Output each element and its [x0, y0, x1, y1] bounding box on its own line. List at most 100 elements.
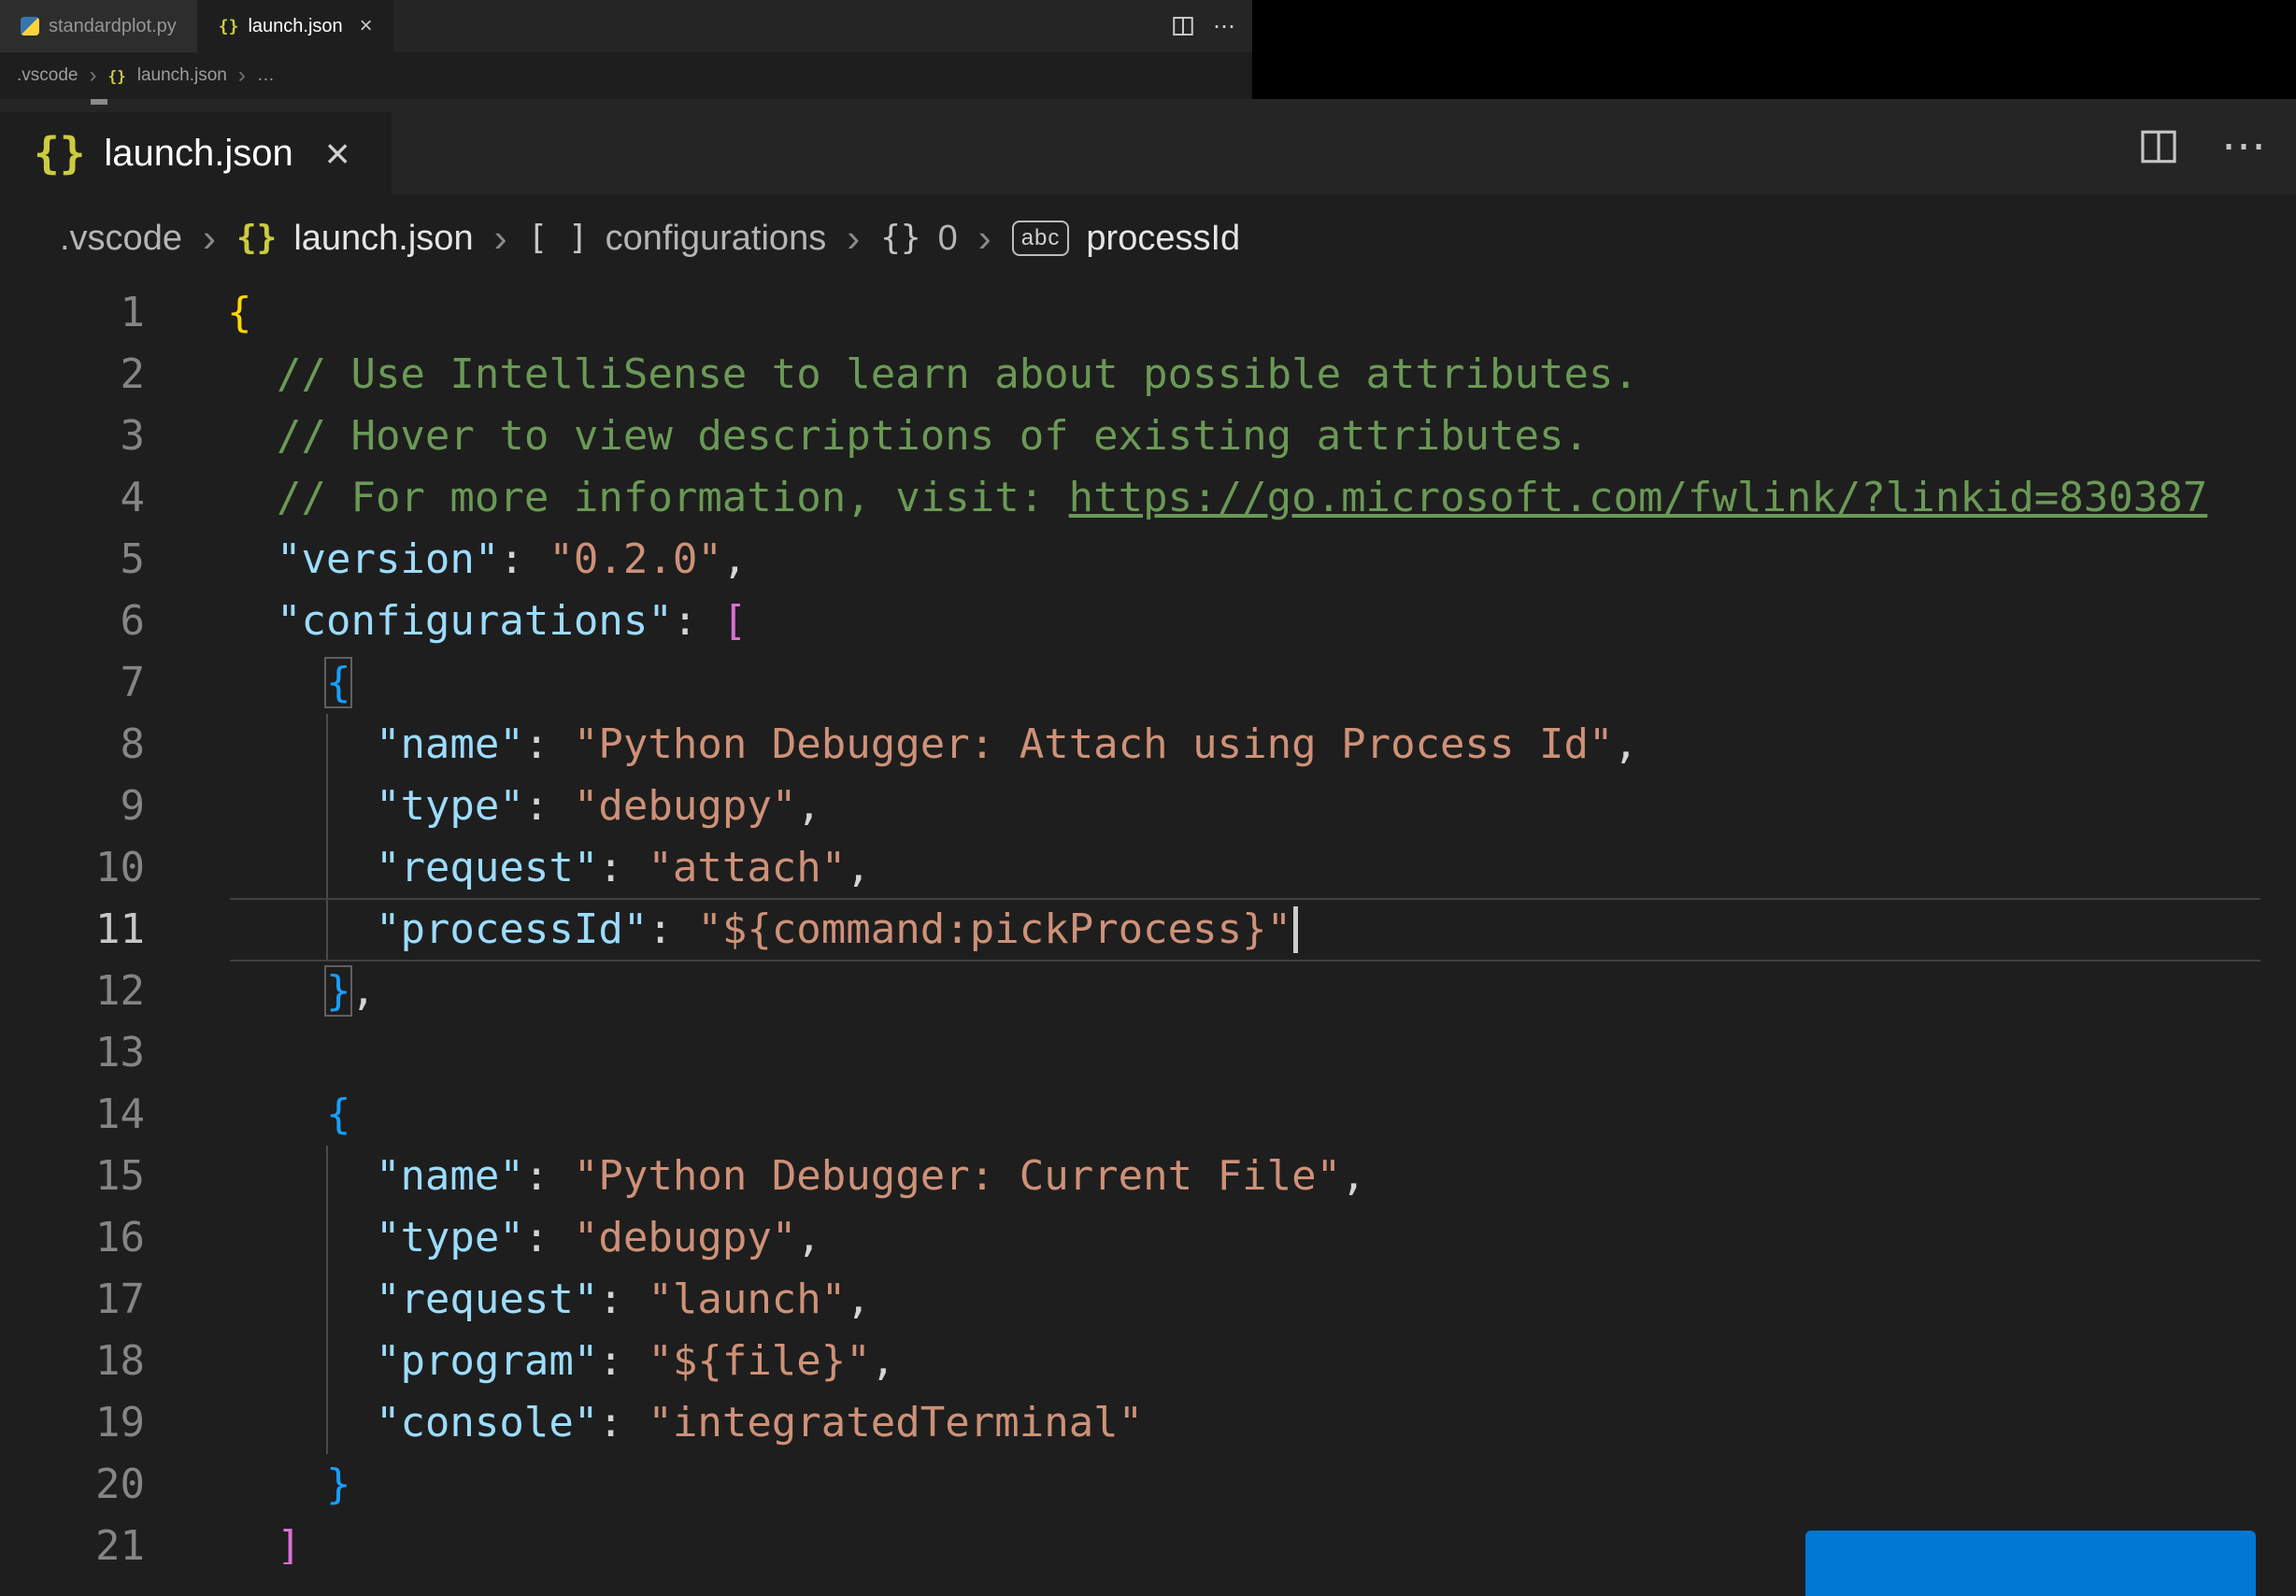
code-line-8[interactable]: 8 "name": "Python Debugger: Attach using… [0, 714, 2296, 776]
code-line-9[interactable]: 9 "type": "debugpy", [0, 776, 2296, 837]
close-icon[interactable]: × [325, 132, 350, 175]
code-token: "0.2.0" [549, 535, 722, 583]
tab-label: launch.json [104, 132, 293, 174]
line-number[interactable]: 6 [0, 591, 146, 652]
tab-launch-json-zoomed[interactable]: {} launch.json × [0, 112, 392, 194]
code-line-7[interactable]: 7 { [0, 652, 2296, 714]
more-actions-icon[interactable]: ⋯ [1213, 13, 1237, 40]
breadcrumb-item-vscode[interactable]: .vscode [60, 219, 182, 259]
black-region [1252, 0, 2296, 99]
line-number[interactable]: 15 [0, 1146, 145, 1207]
code-line-3[interactable]: 3 // Hover to view descriptions of exist… [0, 406, 2296, 467]
line-number[interactable]: 7 [0, 652, 146, 714]
text-cursor [1293, 906, 1299, 953]
code-line-14[interactable]: 14 { [0, 1084, 2296, 1146]
code-token: , [870, 1337, 896, 1385]
line-number[interactable]: 2 [0, 344, 146, 406]
code-token: "Python Debugger: Current File" [573, 1152, 1342, 1200]
code-token: "Python Debugger: Attach using Process I… [573, 720, 1614, 768]
code-token: "name" [375, 720, 524, 768]
breadcrumb-bar: .vscode › {} launch.json › [ ] configura… [0, 194, 2296, 282]
breadcrumb-item-launch-json[interactable]: launch.json [293, 219, 473, 259]
code-line-17[interactable]: 17 "request": "launch", [0, 1269, 2296, 1331]
line-number[interactable]: 19 [0, 1392, 145, 1454]
code-line-16[interactable]: 16 "type": "debugpy", [0, 1207, 2296, 1269]
code-line-10[interactable]: 10 "request": "attach", [0, 837, 2296, 899]
code-line-content: "type": "debugpy", [145, 1207, 2296, 1269]
code-line-content: "program": "${file}", [145, 1331, 2296, 1392]
line-number[interactable]: 17 [0, 1269, 145, 1331]
tab-launch-json[interactable]: {} launch.json × [197, 0, 393, 52]
line-number[interactable]: 20 [0, 1454, 145, 1516]
code-token: "type" [375, 1214, 524, 1261]
line-number[interactable]: 5 [0, 529, 146, 591]
code-token: , [846, 844, 871, 891]
line-number[interactable]: 16 [0, 1207, 145, 1269]
breadcrumb-item-launch-json[interactable]: launch.json [137, 65, 227, 86]
line-number[interactable]: 12 [0, 961, 145, 1022]
code-token: } [325, 1461, 351, 1508]
line-number[interactable]: 8 [0, 714, 146, 776]
code-line-6[interactable]: 6 "configurations": [ [0, 591, 2296, 652]
code-token: : [523, 1214, 574, 1261]
code-token: { [324, 657, 353, 708]
code-line-content: "request": "launch", [145, 1269, 2296, 1331]
line-number[interactable]: 1 [0, 282, 146, 344]
code-line-content: "type": "debugpy", [145, 776, 2296, 837]
code-area[interactable]: 1{2 // Use IntelliSense to learn about p… [0, 282, 2296, 1564]
code-line-12[interactable]: 12 }, [0, 961, 2296, 1022]
line-number[interactable]: 9 [0, 776, 146, 837]
indent-guide [325, 714, 328, 776]
breadcrumb-item-vscode[interactable]: .vscode [17, 65, 78, 86]
code-line-19[interactable]: 19 "console": "integratedTerminal" [0, 1392, 2296, 1454]
line-number[interactable]: 3 [0, 406, 146, 467]
split-editor-icon[interactable] [1172, 15, 1194, 37]
code-line-18[interactable]: 18 "program": "${file}", [0, 1331, 2296, 1392]
breadcrumb-item-more[interactable]: … [257, 65, 275, 86]
line-number[interactable]: 10 [0, 837, 145, 899]
code-token: { [325, 1090, 351, 1138]
tab-standardplot-py[interactable]: standardplot.py [0, 0, 198, 52]
close-icon[interactable]: × [360, 15, 373, 37]
code-token: "integratedTerminal" [648, 1399, 1144, 1446]
code-token: , [350, 967, 376, 1015]
line-number[interactable]: 13 [0, 1022, 145, 1084]
code-line-content: "processId": "${command:pickProcess}" [145, 899, 2296, 961]
chevron-right-icon: › [977, 216, 991, 260]
code-line-15[interactable]: 15 "name": "Python Debugger: Current Fil… [0, 1146, 2296, 1207]
code-token: "type" [375, 782, 524, 830]
code-line-11[interactable]: 11 "processId": "${command:pickProcess}" [0, 898, 2296, 962]
code-line-2[interactable]: 2 // Use IntelliSense to learn about pos… [0, 344, 2296, 406]
more-actions-icon[interactable]: ⋯ [2221, 124, 2270, 169]
line-number[interactable]: 14 [0, 1084, 145, 1146]
code-token: "configurations" [276, 597, 673, 645]
line-number[interactable]: 21 [0, 1516, 145, 1564]
code-line-1[interactable]: 1{ [0, 282, 2296, 344]
code-line-5[interactable]: 5 "version": "0.2.0", [0, 529, 2296, 591]
code-line-20[interactable]: 20 } [0, 1454, 2296, 1516]
add-configuration-button[interactable] [1805, 1531, 2256, 1596]
breadcrumb-item-processid[interactable]: processId [1086, 219, 1240, 259]
breadcrumb-item-0[interactable]: 0 [938, 219, 958, 259]
code-token: "attach" [648, 844, 847, 891]
code-line-13[interactable]: 13 [0, 1022, 2296, 1084]
line-number[interactable]: 18 [0, 1331, 145, 1392]
line-number[interactable]: 11 [0, 899, 145, 961]
breadcrumb-item-configurations[interactable]: configurations [606, 219, 827, 259]
code-line-content: // Hover to view descriptions of existin… [145, 406, 2296, 467]
line-number[interactable]: 4 [0, 467, 146, 529]
code-token: "launch" [648, 1275, 847, 1323]
indent-guide [325, 1207, 328, 1269]
code-token: , [1341, 1152, 1366, 1200]
split-editor-icon[interactable] [2139, 127, 2178, 166]
code-token: : [598, 844, 649, 891]
code-line-4[interactable]: 4 // For more information, visit: https:… [0, 467, 2296, 529]
json-file-icon: {} [107, 66, 126, 85]
